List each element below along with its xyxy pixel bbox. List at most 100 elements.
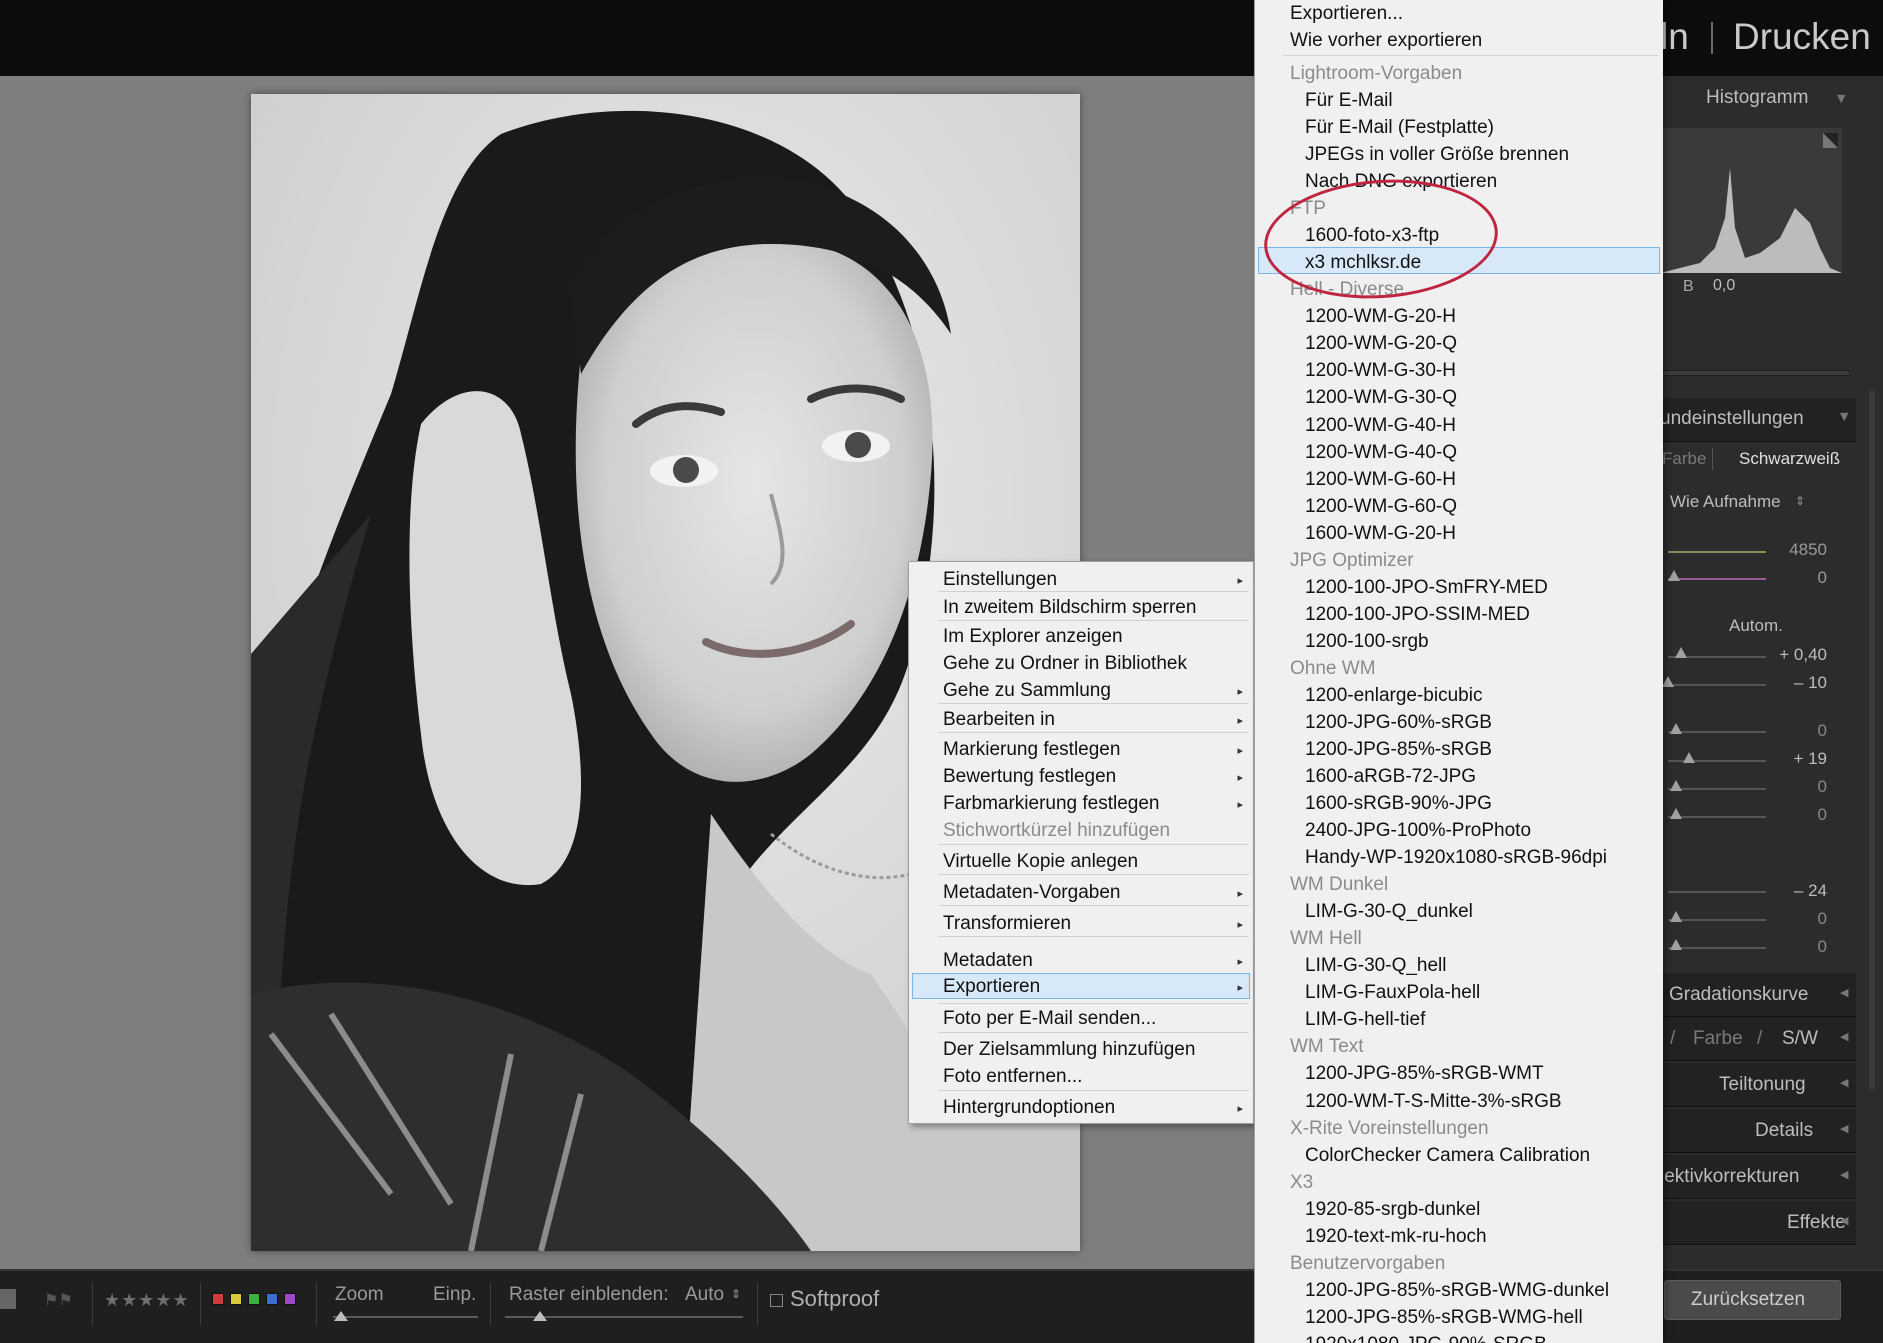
tint-value[interactable]: 0	[1767, 568, 1827, 588]
fit-label[interactable]: Einp.	[433, 1284, 476, 1306]
menu-item-go-to-folder[interactable]: Gehe zu Ordner in Bibliothek	[943, 653, 1187, 675]
exposure-thumb[interactable]	[1675, 647, 1687, 658]
export-preset-item[interactable]: 1200-JPG-60%-sRGB	[1305, 712, 1492, 734]
color-label-yellow[interactable]	[230, 1293, 242, 1305]
menu-item-lock-second-screen[interactable]: In zweitem Bildschirm sperren	[943, 597, 1196, 619]
export-preset-item[interactable]: 1200-WM-G-40-H	[1305, 415, 1456, 437]
export-preset-item[interactable]: 2400-JPG-100%-ProPhoto	[1305, 820, 1531, 842]
menu-item-set-color-label[interactable]: Farbmarkierung festlegen	[943, 793, 1160, 815]
contrast-slider[interactable]	[1668, 684, 1766, 686]
basic-collapse-icon[interactable]: ▼	[1840, 410, 1848, 423]
menu-item-transform[interactable]: Transformieren	[943, 913, 1071, 935]
menu-item-remove-photo[interactable]: Foto entfernen...	[943, 1066, 1082, 1088]
effects-section[interactable]: Effekte	[1660, 1201, 1856, 1245]
whites-value[interactable]: 0	[1767, 777, 1827, 797]
effects-expand-icon[interactable]: ◀	[1840, 1214, 1848, 1227]
export-preset-item[interactable]: 1200-WM-G-20-H	[1305, 306, 1456, 328]
export-preset-item[interactable]: 1200-WM-G-30-Q	[1305, 387, 1457, 409]
export-preset-item[interactable]: LIM-G-30-Q_hell	[1305, 955, 1447, 977]
export-preset-item[interactable]: LIM-G-30-Q_dunkel	[1305, 901, 1473, 923]
menu-item-create-virtual-copy[interactable]: Virtuelle Kopie anlegen	[943, 851, 1138, 873]
menu-item-export[interactable]: Exportieren	[943, 976, 1040, 998]
export-preset-item[interactable]: ColorChecker Camera Calibration	[1305, 1145, 1590, 1167]
export-preset-item[interactable]: 1200-100-srgb	[1305, 631, 1429, 653]
export-preset-item[interactable]: 1200-WM-G-60-Q	[1305, 496, 1457, 518]
details-section[interactable]: Details	[1660, 1109, 1856, 1153]
menu-item-add-to-target[interactable]: Der Zielsammlung hinzufügen	[943, 1039, 1195, 1061]
menu-item-set-flag[interactable]: Markierung festlegen	[943, 739, 1120, 761]
contrast-thumb[interactable]	[1662, 676, 1674, 687]
softproof-label[interactable]: Softproof	[790, 1286, 879, 1312]
menu-item-edit-in[interactable]: Bearbeiten in	[943, 709, 1055, 731]
menu-item-set-rating[interactable]: Bewertung festlegen	[943, 766, 1116, 788]
menu-item-email-photo[interactable]: Foto per E-Mail senden...	[943, 1008, 1156, 1030]
export-preset-item[interactable]: 1200-WM-G-30-H	[1305, 360, 1456, 382]
export-preset-item[interactable]: LIM-G-hell-tief	[1305, 1009, 1425, 1031]
clarity-value[interactable]: – 24	[1767, 881, 1827, 901]
saturation-thumb[interactable]	[1670, 939, 1682, 950]
highlights-slider[interactable]	[1668, 731, 1766, 733]
color-label-blue[interactable]	[266, 1293, 278, 1305]
color-label-purple[interactable]	[284, 1293, 296, 1305]
grid-opacity-thumb[interactable]	[533, 1311, 547, 1321]
export-preset-item[interactable]: 1200-JPG-85%-sRGB-WMG-dunkel	[1305, 1280, 1609, 1302]
export-preset-item[interactable]: Für E-Mail (Festplatte)	[1305, 117, 1494, 139]
tint-thumb[interactable]	[1668, 570, 1680, 581]
split-toning-expand-icon[interactable]: ◀	[1840, 1076, 1848, 1089]
saturation-value[interactable]: 0	[1767, 937, 1827, 957]
vibrance-slider[interactable]	[1668, 919, 1766, 921]
export-dialog-item[interactable]: Exportieren...	[1290, 3, 1403, 25]
highlights-value[interactable]: 0	[1767, 721, 1827, 741]
export-preset-item[interactable]: 1200-enlarge-bicubic	[1305, 685, 1482, 707]
export-preset-item[interactable]: Für E-Mail	[1305, 90, 1393, 112]
lens-expand-icon[interactable]: ◀	[1840, 1168, 1848, 1181]
lens-section[interactable]: jektivkorrekturen	[1660, 1155, 1856, 1199]
export-preset-item[interactable]: Handy-WP-1920x1080-sRGB-96dpi	[1305, 847, 1607, 869]
menu-item-show-in-explorer[interactable]: Im Explorer anzeigen	[943, 626, 1123, 648]
tone-curve-expand-icon[interactable]: ◀	[1840, 986, 1848, 999]
auto-button[interactable]: Autom.	[1729, 616, 1783, 636]
export-preset-item[interactable]: 1920-85-srgb-dunkel	[1305, 1199, 1480, 1221]
temp-value[interactable]: 4850	[1767, 540, 1827, 560]
flag-icons[interactable]: ⚑⚑	[44, 1290, 73, 1309]
export-preset-item[interactable]: 1920-text-mk-ru-hoch	[1305, 1226, 1487, 1248]
export-preset-item[interactable]: 1200-WM-G-20-Q	[1305, 333, 1457, 355]
rating-stars[interactable]: ★★★★★	[104, 1290, 190, 1311]
color-label-red[interactable]	[212, 1293, 224, 1305]
vibrance-value[interactable]: 0	[1767, 909, 1827, 929]
export-preset-item[interactable]: 1600-WM-G-20-H	[1305, 523, 1456, 545]
blacks-thumb[interactable]	[1670, 808, 1682, 819]
shadows-thumb[interactable]	[1683, 752, 1695, 763]
menu-item-metadata-presets[interactable]: Metadaten-Vorgaben	[943, 882, 1120, 904]
export-preset-item[interactable]: JPEGs in voller Größe brennen	[1305, 144, 1569, 166]
softproof-checkbox[interactable]	[770, 1294, 783, 1307]
export-preset-item[interactable]: 1200-JPG-85%-sRGB	[1305, 739, 1492, 761]
histogram-title[interactable]: Histogramm	[1706, 87, 1808, 109]
module-partial-label[interactable]: ln	[1660, 16, 1689, 58]
view-mode-icon[interactable]	[0, 1289, 16, 1309]
hsl-farbe[interactable]: Farbe	[1693, 1028, 1743, 1050]
panel-scrollbar[interactable]	[1869, 390, 1875, 1090]
hsl-section[interactable]: / Farbe / S/W	[1660, 1017, 1856, 1061]
highlights-thumb[interactable]	[1670, 723, 1682, 734]
export-preset-item[interactable]: LIM-G-FauxPola-hell	[1305, 982, 1480, 1004]
clarity-slider[interactable]	[1668, 891, 1766, 893]
whites-thumb[interactable]	[1670, 780, 1682, 791]
menu-item-background-options[interactable]: Hintergrundoptionen	[943, 1097, 1115, 1119]
panel-resize-bar[interactable]	[1660, 370, 1850, 376]
basic-section-header[interactable]: undeinstellungen	[1660, 398, 1856, 442]
zoom-slider[interactable]	[333, 1316, 478, 1318]
blacks-slider[interactable]	[1668, 816, 1766, 818]
export-preset-item[interactable]: 1200-100-JPO-SSIM-MED	[1305, 604, 1530, 626]
tone-curve-section[interactable]: Gradationskurve	[1660, 973, 1856, 1017]
color-label-green[interactable]	[248, 1293, 260, 1305]
menu-item-go-to-collection[interactable]: Gehe zu Sammlung	[943, 680, 1111, 702]
export-preset-item[interactable]: 1200-WM-G-40-Q	[1305, 442, 1457, 464]
export-preset-item[interactable]: 1200-JPG-85%-sRGB-WMT	[1305, 1063, 1544, 1085]
export-preset-item[interactable]: 1200-100-JPO-SmFRY-MED	[1305, 577, 1548, 599]
exposure-value[interactable]: + 0,40	[1767, 645, 1827, 665]
hsl-expand-icon[interactable]: ◀	[1840, 1030, 1848, 1043]
export-preset-item[interactable]: 1200-WM-T-S-Mitte-3%-sRGB	[1305, 1091, 1562, 1113]
shadows-value[interactable]: + 19	[1767, 749, 1827, 769]
export-preset-item[interactable]: 1200-WM-G-60-H	[1305, 469, 1456, 491]
